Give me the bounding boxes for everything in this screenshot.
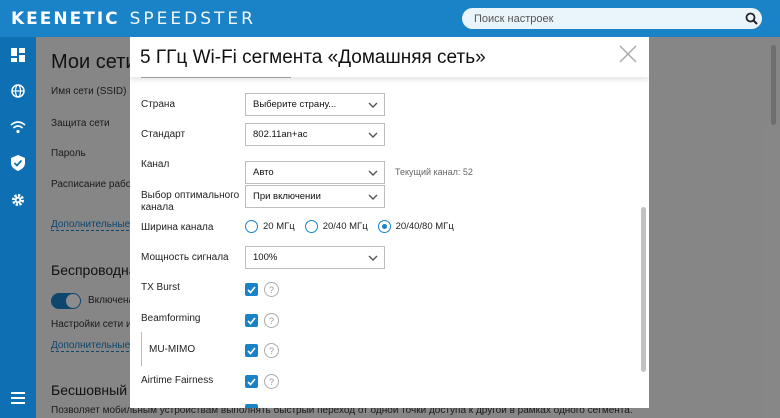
chevron-down-icon [368, 194, 378, 200]
dialog-header: 5 ГГц Wi-Fi сегмента «Домашняя сеть» [130, 37, 649, 77]
country-label: Страна [141, 99, 176, 110]
mu-mimo-label: MU-MIMO [149, 344, 196, 355]
brand-model: SPEEDSTER [129, 8, 256, 29]
shield-icon[interactable] [9, 154, 27, 172]
gear-icon[interactable] [9, 191, 27, 209]
check-icon [247, 346, 256, 355]
wifi-icon[interactable] [9, 118, 27, 136]
standard-label: Стандарт [141, 129, 186, 140]
chevron-down-icon [368, 170, 378, 176]
power-label: Мощность сигнала [141, 252, 229, 263]
sidebar [0, 37, 36, 418]
radio-button[interactable] [304, 220, 318, 233]
help-icon[interactable]: ? [264, 313, 279, 328]
optimal-channel-label: Выбор оптимального канала [141, 190, 240, 213]
help-icon[interactable]: ? [264, 282, 279, 297]
country-value: Выберите страну... [253, 99, 337, 110]
country-select[interactable]: Выберите страну... [245, 93, 385, 116]
channel-select[interactable]: Авто [245, 161, 385, 184]
bandwidth-radio-group: 20 МГц 20/40 МГц 20/40/80 МГц [245, 220, 464, 233]
channel-label: Канал [141, 159, 170, 170]
mu-mimo-checkbox[interactable] [245, 344, 258, 357]
standard-select[interactable]: 802.11an+ac [245, 123, 385, 146]
globe-icon[interactable] [9, 82, 27, 100]
radio-button-selected[interactable] [377, 220, 391, 233]
help-icon[interactable]: ? [264, 374, 279, 389]
search-placeholder: Поиск настроек [474, 12, 554, 25]
chevron-down-icon [368, 102, 378, 108]
radio-button[interactable] [245, 220, 258, 233]
check-icon [247, 316, 256, 325]
bandwidth-option-80[interactable]: 20/40/80 МГц [377, 220, 454, 233]
menu-icon[interactable] [9, 389, 27, 407]
search-input[interactable]: Поиск настроек [462, 8, 762, 29]
bandwidth-option-20[interactable]: 20 МГц [245, 220, 295, 233]
help-icon[interactable]: ? [264, 343, 279, 358]
tx-burst-label: TX Burst [141, 282, 180, 293]
dialog-body: Страна Выберите страну... Стандарт 802.1… [130, 76, 649, 408]
optimal-channel-select[interactable]: При включении [245, 185, 385, 208]
check-icon [247, 285, 256, 294]
channel-value: Авто [253, 167, 274, 178]
brand-name: KEENETIC [11, 8, 120, 29]
standard-value: 802.11an+ac [253, 129, 308, 140]
search-icon[interactable] [740, 8, 762, 29]
clipped-checkbox[interactable] [245, 404, 258, 408]
beamforming-label: Beamforming [141, 313, 201, 324]
current-channel-hint: Текущий канал: 52 [395, 167, 473, 177]
check-icon [247, 377, 256, 386]
power-value: 100% [253, 252, 278, 263]
radio-label: 20 МГц [263, 221, 295, 232]
dialog-title: 5 ГГц Wi-Fi сегмента «Домашняя сеть» [140, 47, 486, 68]
radio-label: 20/40/80 МГц [395, 221, 454, 232]
close-icon[interactable] [618, 44, 638, 64]
dashboard-icon[interactable] [9, 46, 27, 64]
wifi-settings-dialog: 5 ГГц Wi-Fi сегмента «Домашняя сеть» Стр… [130, 37, 649, 408]
beamforming-checkbox[interactable] [245, 314, 258, 327]
radio-label: 20/40 МГц [322, 221, 368, 232]
airtime-fairness-checkbox[interactable] [245, 375, 258, 388]
chevron-down-icon [368, 132, 378, 138]
bandwidth-label: Ширина канала [141, 222, 214, 233]
sub-option-line [141, 332, 142, 366]
power-select[interactable]: 100% [245, 246, 385, 269]
brand-logo[interactable]: KEENETIC SPEEDSTER [11, 9, 256, 29]
top-bar: KEENETIC SPEEDSTER Поиск настроек [0, 0, 780, 37]
bandwidth-option-40[interactable]: 20/40 МГц [304, 220, 368, 233]
optimal-channel-value: При включении [253, 191, 321, 202]
tx-burst-checkbox[interactable] [245, 283, 258, 296]
airtime-fairness-label: Airtime Fairness [141, 375, 214, 386]
chevron-down-icon [368, 255, 378, 261]
dialog-scrollbar[interactable] [641, 207, 646, 372]
